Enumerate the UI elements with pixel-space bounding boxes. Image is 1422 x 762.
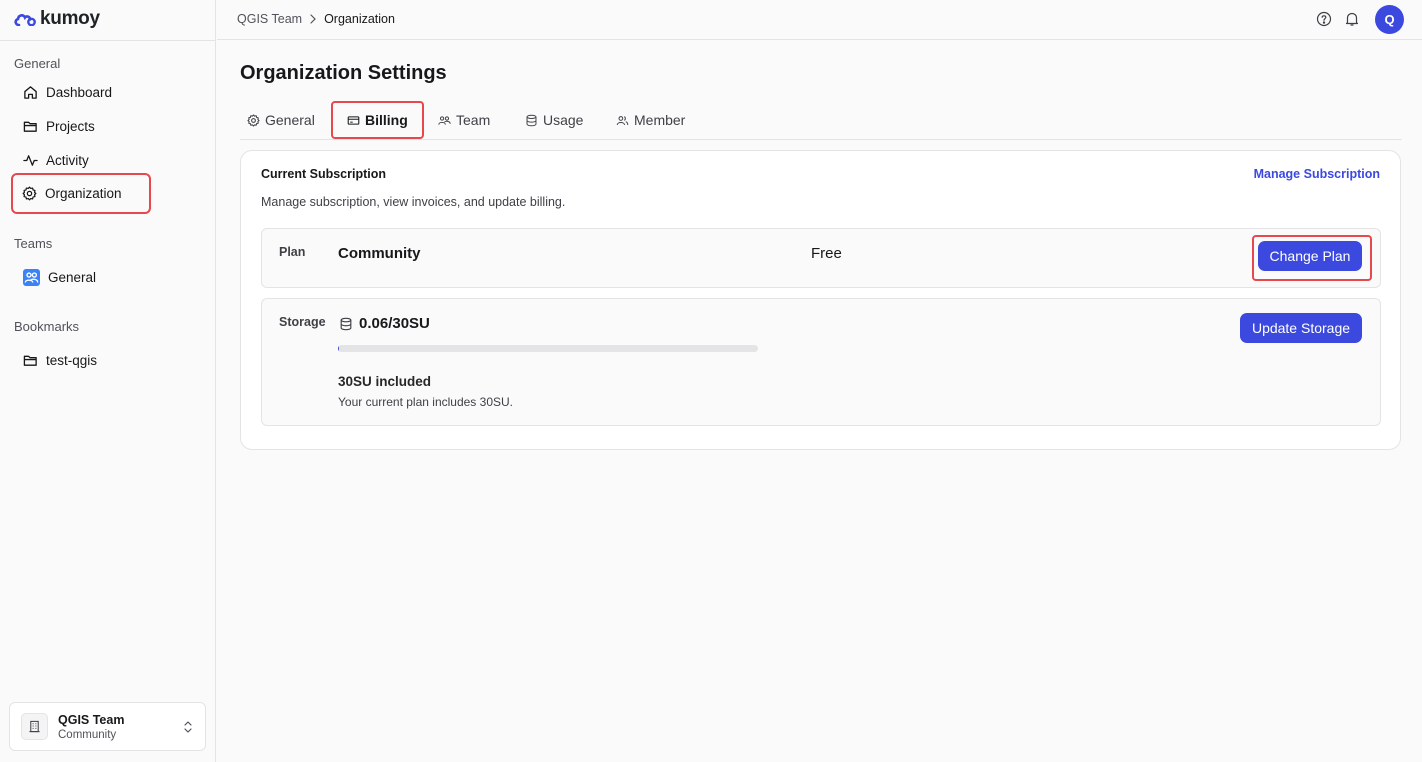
bookmark-item-test-qgis[interactable]: test-qgis (14, 343, 148, 377)
sidebar-item-activity[interactable]: Activity (14, 143, 148, 177)
sidebar-item-label: Organization (45, 186, 122, 201)
sidebar-item-label: Dashboard (46, 84, 113, 100)
users-icon (438, 115, 451, 125)
breadcrumb: QGIS Team Organization (237, 12, 395, 26)
home-icon (24, 85, 37, 99)
sidebar-item-projects[interactable]: Projects (14, 109, 148, 143)
bell-icon[interactable] (1344, 11, 1360, 27)
section-label-general: General (14, 56, 61, 71)
chevron-up-down-icon (184, 721, 192, 733)
tab-general[interactable]: General (247, 103, 315, 137)
included-description: Your current plan includes 30SU. (338, 395, 513, 409)
team-icon (23, 268, 40, 286)
user-avatar[interactable]: Q (1375, 5, 1404, 34)
tab-billing[interactable]: Billing (331, 101, 424, 139)
tab-label: General (265, 112, 315, 128)
change-plan-button[interactable]: Change Plan (1258, 241, 1362, 271)
org-switcher[interactable]: QGIS Team Community (9, 702, 206, 751)
org-plan: Community (58, 728, 117, 741)
tab-label: Member (634, 112, 686, 128)
sidebar-item-label: General (48, 269, 97, 285)
sidebar-item-organization[interactable]: Organization (11, 173, 151, 214)
sidebar-item-label: Activity (46, 152, 89, 168)
subscription-description: Manage subscription, view invoices, and … (261, 195, 566, 209)
page-title: Organization Settings (240, 62, 447, 84)
tab-team[interactable]: Team (438, 103, 490, 137)
database-icon (340, 317, 352, 330)
storage-amount: 0.06/30SU (359, 315, 430, 332)
subscription-title: Current Subscription (261, 167, 387, 181)
update-storage-button[interactable]: Update Storage (1240, 313, 1362, 343)
chevron-right-icon (310, 14, 316, 24)
org-name: QGIS Team (58, 712, 125, 727)
section-label-teams: Teams (14, 236, 53, 251)
help-icon[interactable] (1316, 11, 1332, 27)
brand-name: kumoy (40, 8, 100, 29)
cloud-logo-icon (14, 14, 36, 26)
breadcrumb-team[interactable]: QGIS Team (237, 12, 302, 26)
tab-usage[interactable]: Usage (525, 103, 583, 137)
sidebar-divider (0, 40, 216, 41)
building-icon (21, 713, 48, 740)
breadcrumb-current: Organization (324, 12, 395, 26)
sidebar-item-dashboard[interactable]: Dashboard (14, 75, 148, 109)
tab-label: Usage (543, 112, 584, 128)
tab-label: Team (456, 112, 491, 128)
storage-value: 0.06/30SU (339, 315, 430, 332)
users-icon (616, 115, 629, 125)
sidebar-item-label: test-qgis (46, 352, 98, 368)
gear-icon (247, 113, 260, 127)
manage-subscription-link[interactable]: Manage Subscription (1254, 167, 1380, 181)
sidebar: kumoy General Dashboard Projects Activit… (0, 0, 216, 762)
plan-price: Free (811, 245, 842, 262)
credit-card-icon (347, 115, 360, 125)
storage-label: Storage (279, 315, 326, 329)
top-bar: QGIS Team Organization Q (217, 0, 1422, 40)
storage-progress-bar (338, 345, 758, 352)
sidebar-item-team-general[interactable]: General (14, 260, 148, 294)
included-title: 30SU included (338, 374, 432, 389)
change-plan-highlight: Change Plan (1252, 235, 1372, 281)
settings-tabs: General Billing Team Usage Member (240, 100, 1402, 140)
storage-row: Storage 0.06/30SU 30SU included Your cur… (261, 298, 1381, 426)
subscription-card: Current Subscription Manage Subscription… (240, 150, 1401, 450)
kumoy-logo[interactable]: kumoy (14, 8, 100, 30)
section-label-bookmarks: Bookmarks (14, 319, 80, 334)
plan-name: Community (338, 245, 421, 262)
sidebar-item-label: Projects (46, 118, 95, 134)
folder-icon (23, 121, 37, 132)
storage-progress-fill (338, 345, 339, 352)
gear-icon (22, 186, 37, 201)
tab-member[interactable]: Member (616, 103, 685, 137)
plan-label: Plan (279, 245, 306, 259)
plan-row: Plan Community Free Change Plan (261, 228, 1381, 288)
tab-label: Billing (365, 112, 408, 128)
database-icon (526, 114, 537, 126)
activity-icon (23, 154, 38, 166)
folder-icon (23, 355, 37, 366)
